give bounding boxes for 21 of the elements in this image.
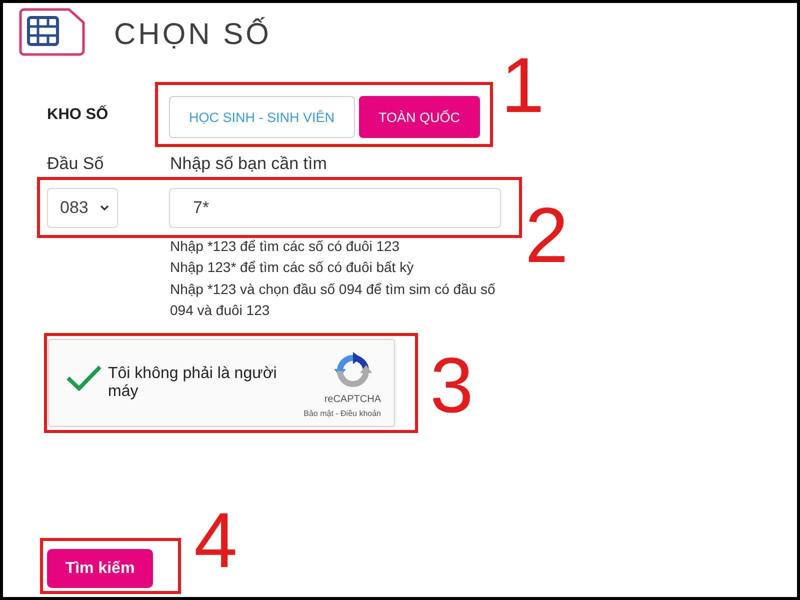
step-number: 3 [430,346,474,424]
field-label: Đầu Số [47,154,105,174]
page-title: CHỌN SỐ [114,17,272,53]
number-store-label: KHO SỐ [47,106,110,124]
chevron-down-icon [100,205,110,211]
hint-text: Nhập 123* để tìm các số có đuôi bất kỳ [170,258,415,278]
step-number: 4 [194,501,238,580]
tab[interactable]: TOÀN QUỐC [358,96,480,138]
privacy-terms-link[interactable]: Bảo mật - Điều khoản [304,409,381,420]
step-number: 2 [525,196,568,274]
prefix-select[interactable]: 083 [47,188,118,228]
hint-text: Nhập *123 và chọn đầu số 094 để tìm sim có đầu số 094 và đuôi 123 [170,280,496,320]
field-label: Nhập số bạn cần tìm [170,154,327,174]
brand-text: reCAPTCHA [324,394,381,406]
search-button[interactable]: Tìm kiếm [47,549,153,588]
captcha-label: Tôi không phải là người máy [108,364,278,402]
sim-card-icon [19,8,85,56]
check-icon[interactable] [66,364,102,391]
hint-text: Nhập *123 để tìm các số có đuôi 123 [170,237,401,256]
search-input[interactable]: 7* [169,188,501,228]
step-number: 1 [501,46,544,124]
